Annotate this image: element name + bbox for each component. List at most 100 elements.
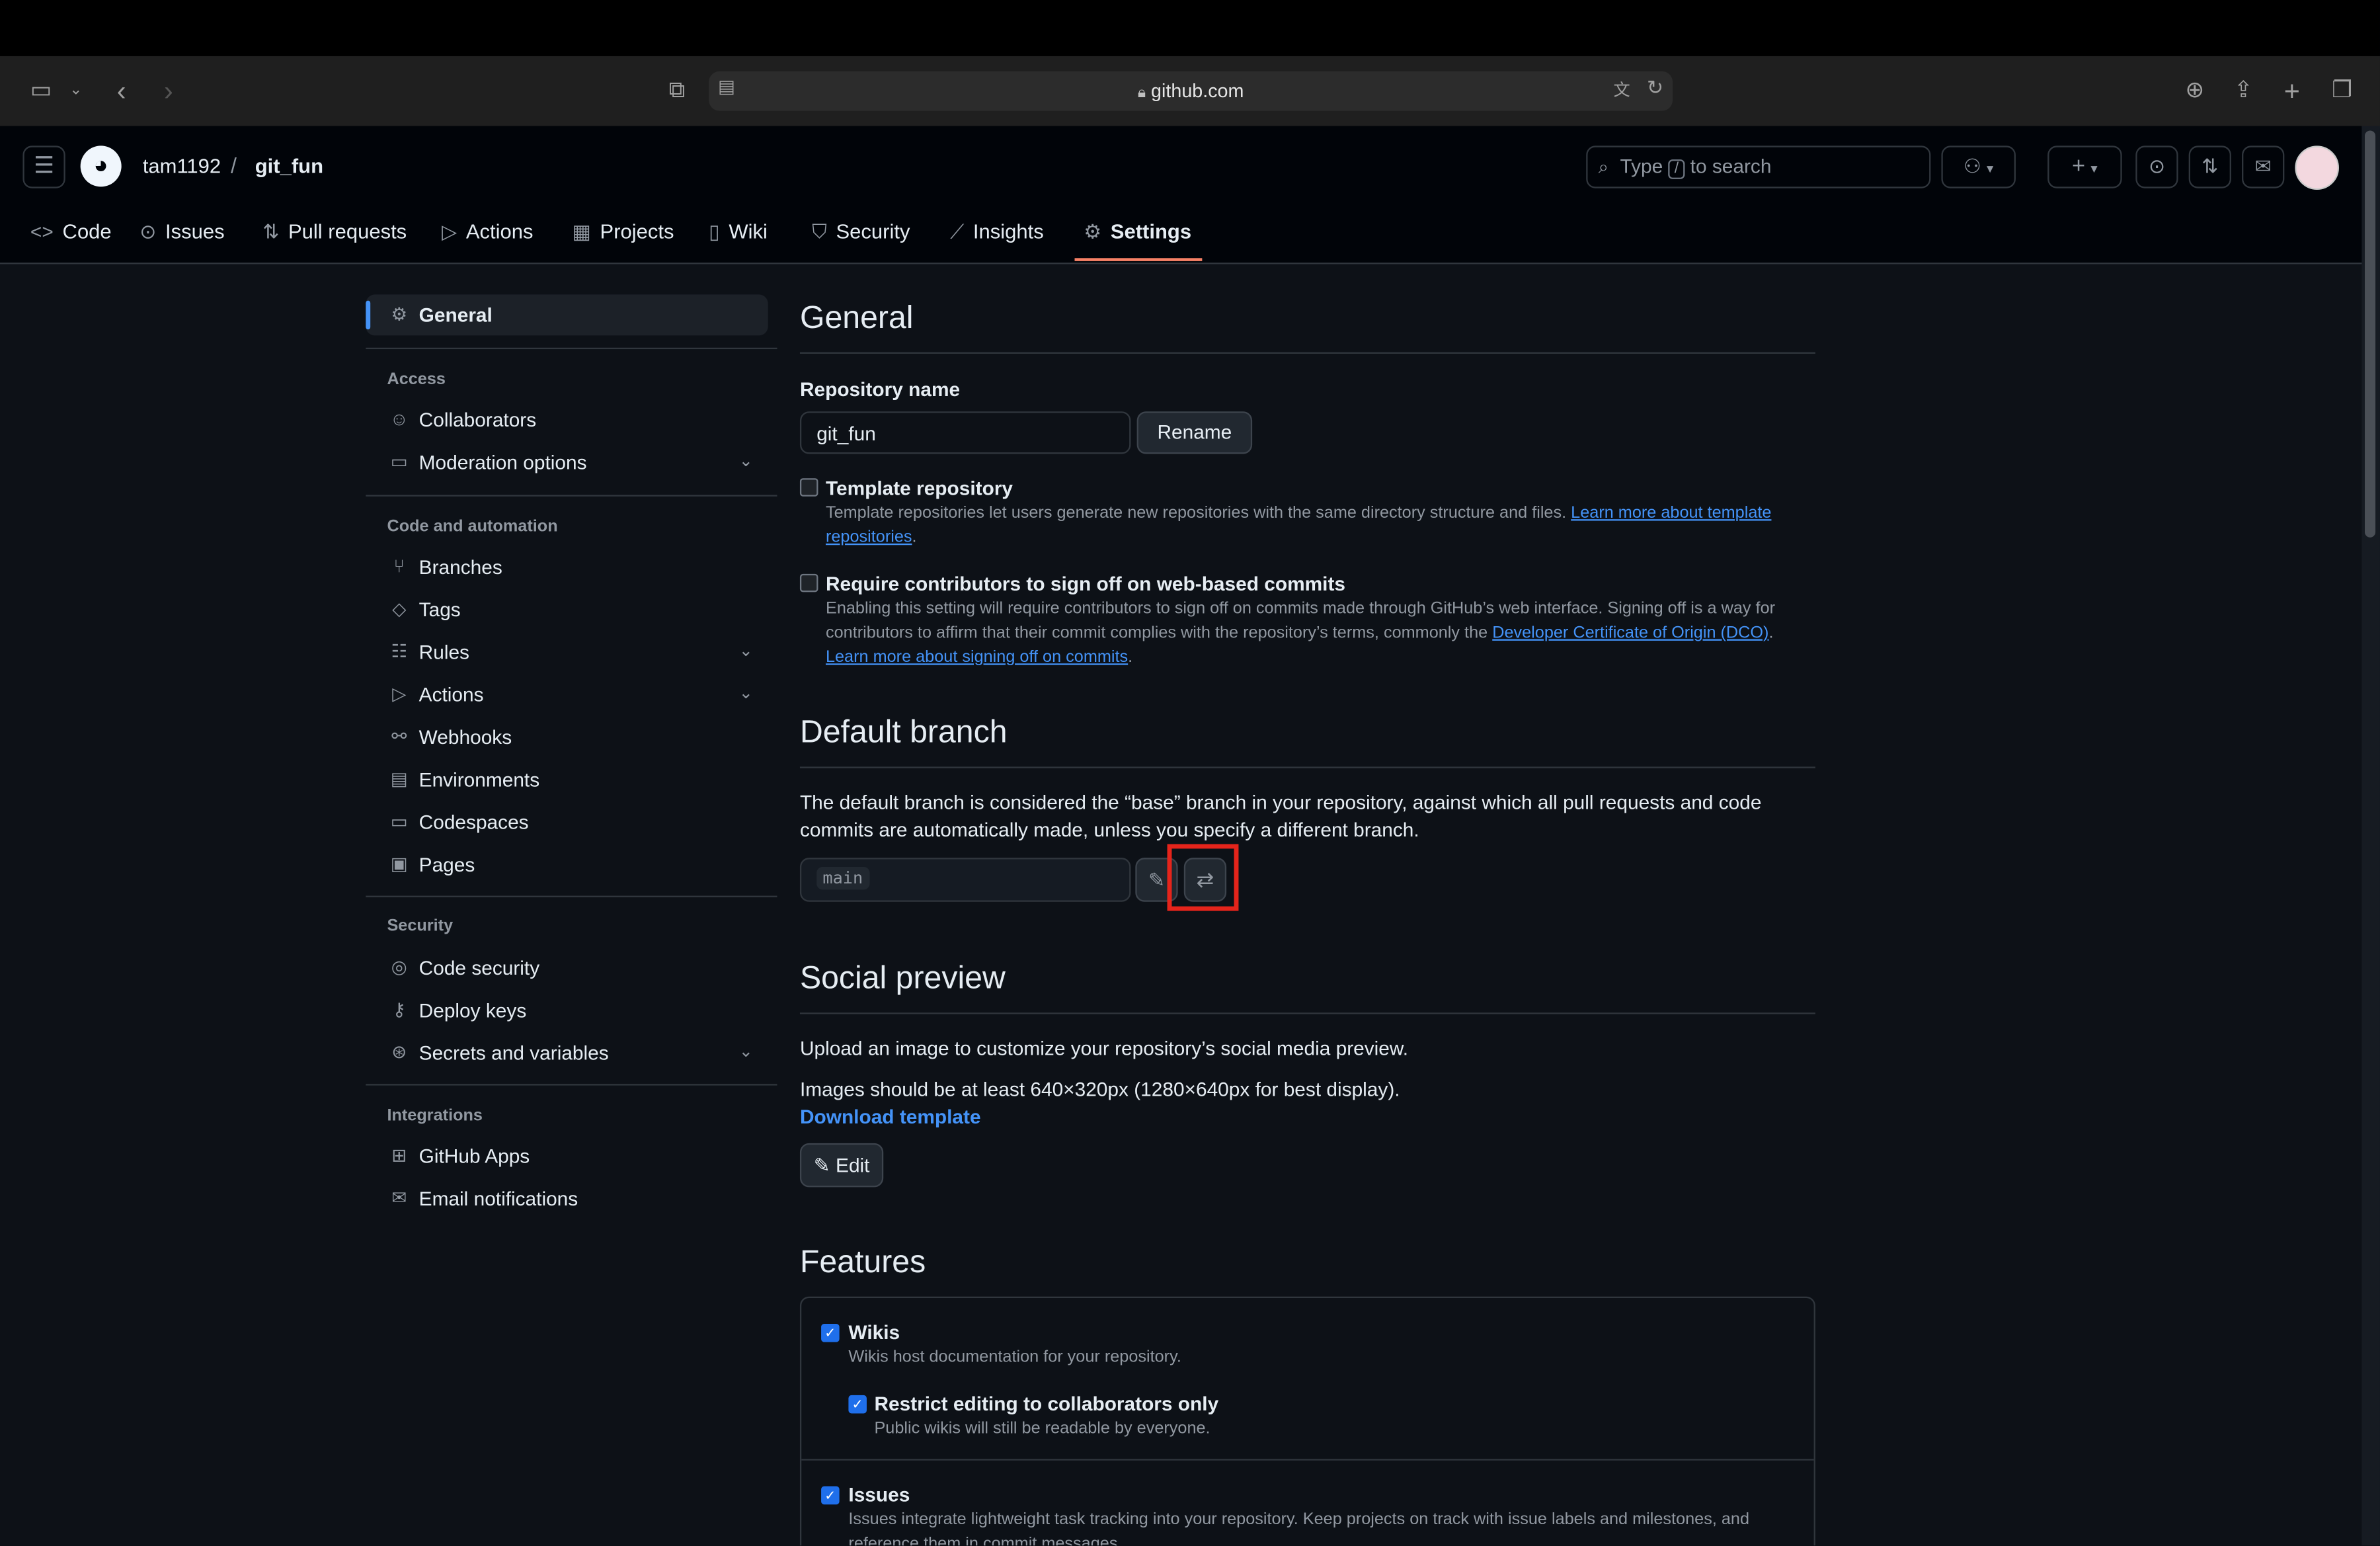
- comment-icon: ▭: [390, 450, 408, 473]
- tab-overview-icon[interactable]: ⧉: [662, 76, 692, 106]
- avatar[interactable]: [2295, 145, 2339, 190]
- features-heading: Features: [799, 1244, 926, 1280]
- menu-icon[interactable]: ☰: [22, 145, 65, 188]
- play-icon: ▷: [442, 220, 457, 243]
- create-new-button[interactable]: + ▾: [2047, 145, 2122, 188]
- inbox-icon[interactable]: ✉: [2242, 145, 2285, 188]
- tab-security[interactable]: ⛉ Security: [812, 210, 910, 255]
- search-input[interactable]: ⌕ Type / to search: [1586, 145, 1931, 188]
- sidebar-item-moderation[interactable]: ▭ Moderation options ⌄: [366, 442, 768, 483]
- rules-icon: ☷: [391, 640, 408, 663]
- sidebar-item-pages[interactable]: ▣ Pages: [366, 844, 768, 885]
- sidebar-item-actions[interactable]: ▷ Actions ⌄: [366, 674, 768, 715]
- tab-insights[interactable]: ⟋ Insights: [950, 210, 1044, 255]
- tab-code[interactable]: <> Code: [30, 210, 112, 255]
- download-icon[interactable]: ⊕: [2180, 76, 2210, 106]
- repo-name-input[interactable]: git_fun: [799, 411, 1131, 454]
- template-learn-more-link[interactable]: Learn more about template: [1571, 504, 1771, 522]
- signoff-learn-more-link[interactable]: Learn more about signing off on commits: [826, 648, 1128, 667]
- edit-social-preview-button[interactable]: ✎ Edit: [799, 1143, 884, 1188]
- play-icon: ▷: [392, 683, 407, 705]
- template-learn-more-link-cont[interactable]: repositories: [826, 528, 912, 547]
- template-repository-desc: Template repositories let users generate…: [825, 504, 1772, 522]
- github-logo-icon[interactable]: ◕: [80, 145, 122, 187]
- reload-icon[interactable]: ↻: [1647, 76, 1663, 101]
- dco-link[interactable]: Developer Certificate of Origin (DCO): [1492, 624, 1768, 643]
- issues-checkbox[interactable]: ✓: [821, 1486, 840, 1505]
- scrollbar-thumb[interactable]: [2365, 130, 2376, 538]
- signoff-label: Require contributors to sign off on web-…: [825, 572, 1345, 595]
- back-icon[interactable]: ‹: [106, 76, 137, 106]
- sidebar-item-environments[interactable]: ▤ Environments: [366, 759, 768, 800]
- pull-requests-icon[interactable]: ⇅: [2188, 145, 2231, 188]
- tab-wiki[interactable]: ▯ Wiki: [709, 210, 768, 255]
- issues-icon[interactable]: ⊙: [2135, 145, 2178, 188]
- sidebar-item-email-notifications[interactable]: ✉ Email notifications: [366, 1178, 768, 1219]
- template-repository-label: Template repository: [825, 476, 1013, 500]
- shield-icon: ⛉: [812, 220, 827, 243]
- sidebar-icon[interactable]: ▭: [26, 76, 56, 106]
- sidebar-item-github-apps[interactable]: ⊞ GitHub Apps: [366, 1135, 768, 1176]
- new-tab-icon[interactable]: +: [2277, 76, 2307, 106]
- sidebar-item-deploy-keys[interactable]: ⚷ Deploy keys: [366, 990, 768, 1031]
- active-tab-indicator: [1074, 258, 1203, 261]
- copilot-button[interactable]: ⚇ ▾: [1941, 145, 2016, 188]
- people-icon: ☺: [389, 408, 409, 430]
- repo-link[interactable]: git_fun: [255, 155, 323, 177]
- asterisk-icon: ⊛: [391, 1041, 407, 1063]
- chevron-down-icon[interactable]: ⌄: [61, 76, 91, 106]
- sidebar-item-branches[interactable]: ⑂ Branches: [366, 547, 768, 588]
- share-icon[interactable]: ⇪: [2228, 76, 2258, 106]
- breadcrumb-separator: /: [230, 153, 237, 178]
- translate-icon[interactable]: 文: [1614, 77, 1630, 102]
- tabs-icon[interactable]: ❐: [2327, 76, 2358, 106]
- wikis-checkbox[interactable]: ✓: [821, 1324, 840, 1342]
- forward-icon[interactable]: ›: [153, 76, 184, 106]
- repo-name-label: Repository name: [799, 378, 961, 401]
- sidebar-item-collaborators[interactable]: ☺ Collaborators: [366, 399, 768, 440]
- default-branch-heading: Default branch: [799, 715, 1008, 751]
- sidebar-item-codespaces[interactable]: ▭ Codespaces: [366, 801, 768, 842]
- section-divider: [799, 1012, 1815, 1014]
- wikis-desc: Wikis host documentation for your reposi…: [848, 1348, 1181, 1367]
- social-preview-size: Images should be at least 640×320px (128…: [799, 1078, 1400, 1101]
- download-template-link[interactable]: Download template: [800, 1104, 981, 1131]
- branch-icon: ⑂: [393, 555, 405, 577]
- signoff-checkbox[interactable]: [799, 573, 818, 592]
- sidebar-item-general[interactable]: ⚙ General: [366, 294, 768, 336]
- tab-issues[interactable]: ⊙ Issues: [139, 210, 224, 255]
- address-bar[interactable]: ▤ 🔒︎ github.com 文 ↻: [709, 71, 1673, 111]
- chevron-down-icon: ▾: [2090, 161, 2098, 177]
- default-branch-field: main: [799, 858, 1131, 902]
- sidebar-item-secrets[interactable]: ⊛ Secrets and variables ⌄: [366, 1032, 768, 1073]
- issues-label: Issues: [848, 1483, 910, 1506]
- chevron-down-icon: ⌄: [738, 684, 753, 704]
- sidebar-item-tags[interactable]: ◇ Tags: [366, 589, 768, 630]
- wikis-label: Wikis: [848, 1321, 900, 1344]
- owner-link[interactable]: tam1192: [143, 155, 221, 177]
- mail-icon: ✉: [391, 1187, 407, 1209]
- lock-icon: 🔒︎: [1137, 85, 1146, 102]
- tab-projects[interactable]: ▦ Projects: [573, 210, 674, 255]
- tab-settings[interactable]: ⚙ Settings: [1084, 210, 1191, 255]
- sidebar-item-code-security[interactable]: ◎ Code security: [366, 948, 768, 989]
- restrict-editing-checkbox[interactable]: ✓: [848, 1395, 867, 1414]
- pull-request-icon: ⇅: [262, 220, 280, 243]
- url-text: github.com: [1151, 80, 1244, 102]
- tab-pull-requests[interactable]: ⇅ Pull requests: [262, 210, 407, 255]
- chevron-down-icon: ▾: [1987, 161, 1994, 177]
- active-indicator: [366, 300, 371, 330]
- pencil-icon: ✎: [1148, 868, 1165, 891]
- rename-button[interactable]: Rename: [1136, 411, 1253, 454]
- webhook-icon: ⚯: [391, 725, 407, 747]
- sidebar-item-rules[interactable]: ☷ Rules ⌄: [366, 631, 768, 672]
- default-branch-desc-line2: commits are automatically made, unless y…: [799, 818, 1419, 841]
- search-icon: ⌕: [1598, 156, 1609, 178]
- section-divider: [799, 766, 1815, 768]
- highlight-box: [1167, 844, 1239, 911]
- sidebar-item-webhooks[interactable]: ⚯ Webhooks: [366, 717, 768, 758]
- tab-actions[interactable]: ▷ Actions: [442, 210, 533, 255]
- issues-desc-line1: Issues integrate lightweight task tracki…: [848, 1510, 1750, 1529]
- chevron-down-icon: ⌄: [738, 452, 753, 471]
- template-repository-checkbox[interactable]: [799, 478, 818, 497]
